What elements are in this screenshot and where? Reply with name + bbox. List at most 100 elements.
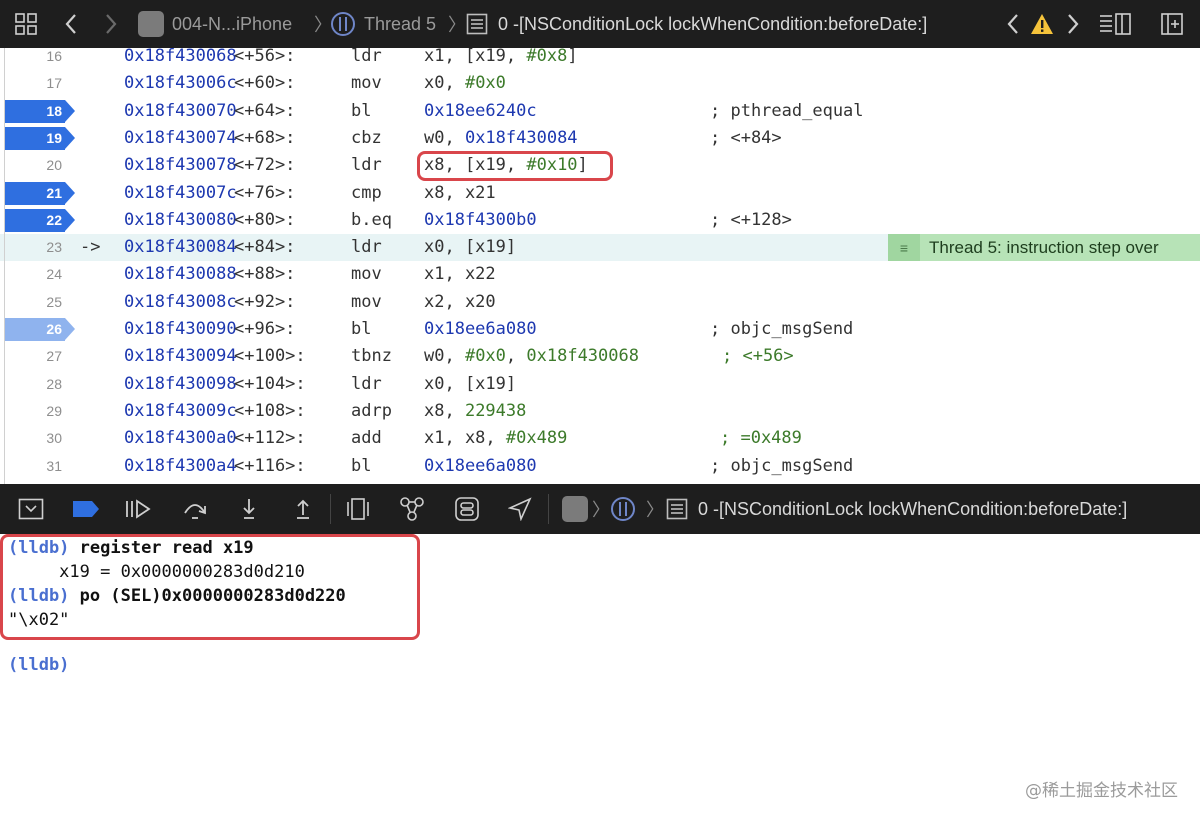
step-into-icon[interactable] (240, 484, 258, 534)
instruction-address: 0x18f430074 (124, 127, 237, 148)
line-number[interactable]: 18 (0, 98, 62, 125)
operand-part: x8, (424, 400, 465, 421)
lldb-prompt: (lldb) (8, 655, 70, 675)
memory-graph-icon[interactable] (398, 484, 426, 534)
operand-part: 229438 (464, 400, 527, 421)
environment-overrides-icon[interactable] (454, 484, 480, 534)
instruction-comment: ; <+56> (722, 346, 794, 367)
thread-status-annotation[interactable]: ≡ Thread 5: instruction step over (888, 234, 1200, 261)
debug-bar: 〉 〉 0 -[NSConditionLock lockWhenConditio… (0, 484, 1200, 534)
view-hierarchy-icon[interactable] (346, 484, 370, 534)
operand-part: 0x18ee6240c (424, 100, 537, 121)
operand-part: #0x0 (464, 73, 506, 94)
operand-part: x1, x8, (424, 428, 506, 449)
issue-next-icon[interactable] (1066, 0, 1080, 48)
instruction-operands: x1, x8, #0x489 (424, 425, 567, 452)
warning-icon[interactable] (1030, 0, 1054, 48)
operand-part: 0x18f4300b0 (424, 209, 537, 230)
disassembly-line[interactable]: 24 0x18f430088 <+88>: mov x1, x22 (0, 261, 1200, 288)
line-number[interactable]: 22 (0, 207, 62, 234)
instruction-mnemonic: bl (351, 319, 372, 339)
watermark: @稀土掘金技术社区 (1025, 781, 1178, 801)
disassembly-line[interactable]: 28 0x18f430098 <+104>: ldr x0, [x19] (0, 371, 1200, 398)
disassembly-line[interactable]: 21 0x18f43007c <+76>: cmp x8, x21 (0, 180, 1200, 207)
instruction-comment: ; pthread_equal (710, 100, 864, 121)
instruction-mnemonic: add (351, 428, 382, 449)
frame-crumb[interactable]: 0 -[NSConditionLock lockWhenCondition:be… (466, 0, 927, 48)
breadcrumb-separator: 〉 (592, 500, 610, 520)
step-over-icon[interactable] (182, 484, 208, 534)
line-number[interactable]: 27 (0, 343, 62, 370)
disassembly-line[interactable]: 27 0x18f430094 <+100>: tbnz w0, #0x0, 0x18f4… (0, 343, 1200, 370)
line-number[interactable]: 28 (0, 371, 62, 398)
instruction-offset: <+80>: (234, 209, 296, 230)
disassembly-line[interactable]: 17 0x18f43006c <+60>: mov x0, #0x0 (0, 70, 1200, 97)
disassembly-line[interactable]: 22 0x18f430080 <+80>: b.eq 0x18f4300b0 ; <+12… (0, 207, 1200, 234)
divider (548, 494, 549, 524)
issue-prev-icon[interactable] (1006, 0, 1020, 48)
disassembly-line[interactable]: 16 0x18f430068 <+56>: ldr x1, [x19, #0x8] (0, 48, 1200, 70)
disassembly-line[interactable]: 19 0x18f430074 <+68>: cbz w0, 0x18f430084 ; <… (0, 125, 1200, 152)
line-number[interactable]: 23 (0, 234, 62, 261)
disassembly-line[interactable]: 25 0x18f43008c <+92>: mov x2, x20 (0, 289, 1200, 316)
instruction-mnemonic: cbz (351, 127, 382, 148)
grid-icon[interactable] (14, 0, 38, 48)
instruction-address: 0x18f430070 (124, 100, 237, 121)
step-out-icon[interactable] (294, 484, 312, 534)
breakpoints-toggle-icon[interactable] (72, 484, 100, 534)
operand-part: ] (567, 48, 578, 66)
operand-part: 0x18f430068 (526, 346, 639, 367)
operand-part: #0x8 (526, 48, 568, 66)
instruction-address: 0x18f430068 (124, 48, 237, 66)
debug-frame-crumb[interactable]: 0 -[NSConditionLock lockWhenCondition:be… (666, 484, 1127, 534)
scheme-crumb[interactable]: 004-N...iPhone (138, 0, 292, 48)
line-number[interactable]: 29 (0, 398, 62, 425)
line-number[interactable]: 25 (0, 289, 62, 316)
thread-icon[interactable] (610, 484, 636, 534)
disassembly-editor[interactable]: 16 0x18f430068 <+56>: ldr x1, [x19, #0x8] 17 0… (0, 48, 1200, 484)
operand-part: x2, x20 (424, 291, 496, 312)
add-editor-icon[interactable] (1160, 0, 1184, 48)
list-icon[interactable] (1098, 0, 1132, 48)
instruction-offset: <+76>: (234, 182, 296, 203)
disassembly-line[interactable]: 18 0x18f430070 <+64>: bl 0x18ee6240c ; pthrea… (0, 98, 1200, 125)
line-number[interactable]: 26 (0, 316, 62, 343)
continue-icon[interactable] (124, 484, 152, 534)
instruction-operands: x1, x22 (424, 261, 496, 288)
simulate-location-icon[interactable] (508, 484, 532, 534)
instruction-address: 0x18f430098 (124, 373, 237, 394)
line-number[interactable]: 17 (0, 70, 62, 97)
divider (330, 494, 331, 524)
line-number[interactable]: 24 (0, 261, 62, 288)
menu-icon[interactable]: ≡ (888, 234, 920, 261)
line-number[interactable]: 20 (0, 152, 62, 179)
instruction-offset: <+56>: (234, 48, 296, 66)
jump-bar: 004-N...iPhone 〉 Thread 5 〉 0 -[NSCondit… (0, 0, 1200, 48)
operand-part: x0, (424, 73, 465, 94)
instruction-operands: 0x18ee6a080 (424, 453, 537, 480)
disassembly-line[interactable]: 30 0x18f4300a0 <+112>: add x1, x8, #0x489 ; =… (0, 425, 1200, 452)
disassembly-line[interactable]: 29 0x18f43009c <+108>: adrp x8, 229438 (0, 398, 1200, 425)
disassembly-line[interactable]: 31 0x18f4300a4 <+116>: bl 0x18ee6a080 ; objc_… (0, 453, 1200, 480)
operand-part: x8, x21 (424, 182, 496, 203)
instruction-mnemonic: ldr (351, 237, 382, 258)
operand-highlight (417, 151, 613, 181)
instruction-mnemonic: b.eq (351, 209, 392, 230)
line-number[interactable]: 21 (0, 180, 62, 207)
lldb-console[interactable]: (lldb) register read x19 x19 = 0x0000000… (0, 534, 1200, 823)
instruction-offset: <+104>: (234, 373, 306, 394)
thread-icon (330, 11, 356, 37)
line-number[interactable]: 16 (0, 48, 62, 70)
disassembly-line[interactable]: 26 0x18f430090 <+96>: bl 0x18ee6a080 ; objc_m… (0, 316, 1200, 343)
console-line: (lldb) (8, 653, 69, 677)
thread-crumb[interactable]: Thread 5 (330, 0, 436, 48)
debug-scheme-crumb[interactable] (562, 484, 588, 534)
chevron-left-icon[interactable] (64, 0, 78, 48)
instruction-operands: x0, [x19] (424, 371, 516, 398)
hide-debug-area-icon[interactable] (18, 484, 44, 534)
line-number[interactable]: 31 (0, 453, 62, 480)
instruction-comment: ; objc_msgSend (710, 455, 854, 476)
chevron-right-icon[interactable] (104, 0, 118, 48)
line-number[interactable]: 30 (0, 425, 62, 452)
line-number[interactable]: 19 (0, 125, 62, 152)
